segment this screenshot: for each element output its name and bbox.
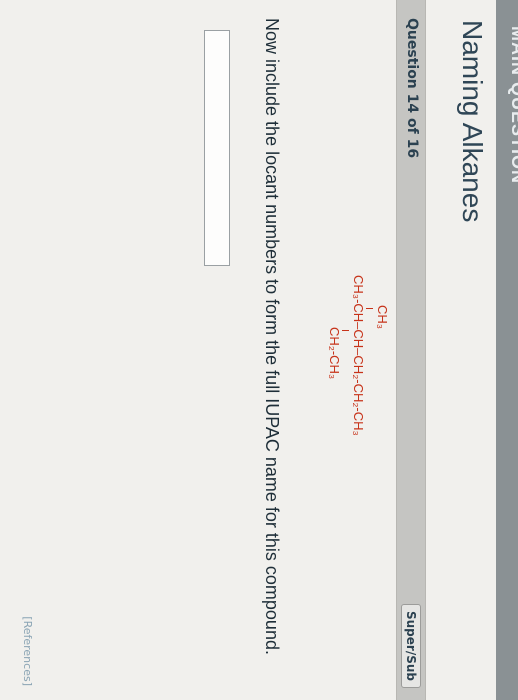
question-instruction: Now include the locant numbers to form t… (262, 18, 282, 655)
page-title: Naming Alkanes (457, 20, 488, 223)
structural-formula: CH₃ CH₃-CH–CH–CH₂-CH₂-CH₃ CH₂-CH₃ (300, 275, 390, 455)
main-question-banner: MAIN QUESTION (496, 0, 518, 700)
references-link[interactable]: [References] (21, 616, 34, 686)
bottom-bond (342, 330, 349, 331)
main-chain: CH₃-CH–CH–CH₂-CH₂-CH₃ (351, 275, 366, 436)
question-bar: Question 14 of 16 Super/Sub (396, 0, 426, 700)
top-branch: CH₃ (375, 305, 390, 330)
question-page: MAIN QUESTION Naming Alkanes Question 14… (0, 0, 518, 700)
question-counter: Question 14 of 16 (404, 18, 420, 159)
answer-input[interactable] (204, 30, 230, 266)
banner-label: MAIN QUESTION (508, 26, 518, 185)
top-bond (366, 308, 373, 309)
super-sub-button[interactable]: Super/Sub (401, 604, 421, 688)
bottom-branch: CH₂-CH₃ (327, 327, 342, 380)
